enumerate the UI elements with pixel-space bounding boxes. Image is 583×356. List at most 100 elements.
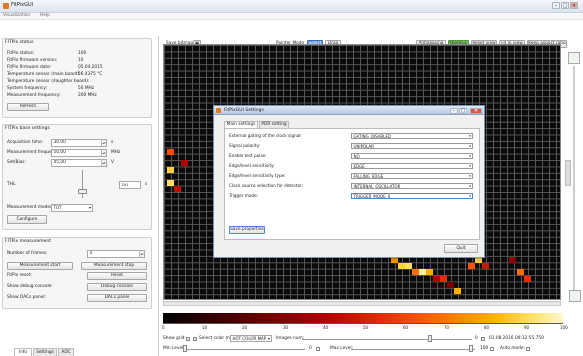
chevron-down-icon: ▾ xyxy=(469,144,471,148)
measurement-mode-value: TOT xyxy=(53,205,62,210)
firmware-date-label: FitPix firmware date: xyxy=(7,65,52,70)
show-grid-label: Show grid: xyxy=(163,336,186,341)
meas-freq-input[interactable]: 50,00 ▴▾ xyxy=(51,149,107,157)
base-settings-group: FITPix base settings Acquisition time: 3… xyxy=(2,124,152,230)
thl-input[interactable]: 291 xyxy=(119,181,141,189)
menu-visualization[interactable]: Visualization xyxy=(3,13,30,19)
datetime-display: 01.08.2016 09:32:55.759 xyxy=(489,336,544,341)
min-level-slider-handle[interactable] xyxy=(183,345,187,352)
hot-pixel xyxy=(167,167,174,173)
spin-arrows-icon[interactable]: ▴▾ xyxy=(101,160,106,166)
chevron-down-icon: ▾ xyxy=(469,174,471,178)
maximize-button[interactable]: □ xyxy=(561,2,569,9)
min-level-spin-icon[interactable] xyxy=(316,347,320,351)
min-level-slider-track[interactable] xyxy=(183,349,305,350)
hot-pixel xyxy=(426,269,433,275)
colorbar-tick: 60 xyxy=(403,325,409,330)
spin-arrows-icon[interactable]: ▴▾ xyxy=(139,251,144,257)
zoom-slider-track[interactable] xyxy=(573,66,575,290)
acq-time-input[interactable]: 30,00 ▴▾ xyxy=(51,139,107,147)
temp-daughter-value: - xyxy=(78,79,80,84)
max-level-label: Max Level: xyxy=(330,346,354,351)
tab-pdr-setting[interactable]: PDR setting xyxy=(259,121,289,128)
clock-source-select[interactable]: INTERNAL_OSCILLATOR ▾ xyxy=(351,183,473,189)
menu-bar: Visualization Help xyxy=(0,13,583,20)
firmware-version-label: FitPix firmware version: xyxy=(7,58,58,63)
tab-main-settings[interactable]: Main settings xyxy=(224,121,258,128)
status-value: 100 xyxy=(78,51,87,56)
images-spin-icon[interactable] xyxy=(481,337,485,341)
zoom-in-icon[interactable] xyxy=(568,52,580,64)
edge-level-select[interactable]: EDGE ▾ xyxy=(351,163,473,169)
quit-button[interactable]: Quit xyxy=(444,244,478,253)
measurement-frequency-label: Measurement frequency: xyxy=(7,93,61,98)
tab-adc[interactable]: ADC xyxy=(58,348,74,356)
spin-arrows-icon[interactable]: ▴▾ xyxy=(101,140,106,146)
chevron-down-icon: ▾ xyxy=(267,336,270,341)
auto-mode-label: Auto mode: xyxy=(500,346,525,351)
temp-main-value: 56.4375 °C xyxy=(78,72,103,77)
gating-label: External gating of the clock signal: xyxy=(229,133,302,138)
tab-settings[interactable]: Settings xyxy=(33,348,57,356)
color-map-value: HOT COLOR MAP xyxy=(232,336,267,341)
vertical-scrollbar[interactable] xyxy=(565,160,571,186)
menu-help[interactable]: Help xyxy=(40,13,50,19)
edge-type-select[interactable]: FALLING_EDGE ▾ xyxy=(351,173,473,179)
edge-level-value: EDGE xyxy=(353,164,365,169)
min-level-label: Min Level: xyxy=(163,346,185,351)
settings-dialog: FitPixGUI Settings – □ ✕ Main settings P… xyxy=(213,105,485,258)
refresh-button[interactable]: Refresh xyxy=(7,103,49,111)
minimize-button[interactable]: – xyxy=(552,2,560,9)
max-level-slider-handle[interactable] xyxy=(469,345,473,352)
dialog-tab-panel: External gating of the clock signal: GAT… xyxy=(224,128,480,240)
dacs-panel-button[interactable]: DACs panel xyxy=(87,294,147,302)
frames-input[interactable]: 4 ▴▾ xyxy=(87,250,145,258)
colorbar-tick: 30 xyxy=(283,325,289,330)
zoom-out-icon[interactable] xyxy=(569,290,581,302)
close-button[interactable]: ✕ xyxy=(570,2,578,9)
images-slider-handle[interactable] xyxy=(428,335,432,342)
hot-pixel xyxy=(167,149,174,155)
color-map-bar xyxy=(163,313,563,323)
test-pulse-select[interactable]: NO ▾ xyxy=(351,153,473,159)
measurement-start-button[interactable]: Measurement start xyxy=(7,262,73,270)
colorbar-tick: 100 xyxy=(560,325,568,330)
select-color-map-checkbox[interactable] xyxy=(193,337,197,341)
thl-label: THL: xyxy=(7,182,17,187)
polarity-select[interactable]: UNIPOLAR ▾ xyxy=(351,143,473,149)
dialog-maximize-button[interactable]: □ xyxy=(459,107,467,114)
debug-console-button[interactable]: Debug console xyxy=(87,283,147,291)
show-grid-checkbox[interactable] xyxy=(186,337,190,341)
gating-value: GATING_DISABLED xyxy=(353,134,391,139)
spin-arrows-icon[interactable]: ▴▾ xyxy=(101,150,106,156)
save-properties-button[interactable]: Save properties xyxy=(229,226,265,234)
max-level-slider-track[interactable] xyxy=(351,349,475,350)
measurement-stop-button[interactable]: Measurement stop xyxy=(81,262,147,270)
dialog-close-button[interactable]: ✕ xyxy=(470,107,482,114)
gating-select[interactable]: GATING_DISABLED ▾ xyxy=(351,133,473,139)
configure-button[interactable]: Configure xyxy=(7,215,47,224)
tab-info[interactable]: Info xyxy=(14,348,32,356)
trigger-mode-select[interactable]: TRIGGER_MODE_0 ▾ xyxy=(351,193,473,199)
horizontal-scrollbar[interactable] xyxy=(163,301,561,306)
edge-type-label: Edge/level sensitivity type: xyxy=(229,173,286,178)
images-slider-track[interactable] xyxy=(302,339,472,340)
hot-pixel xyxy=(517,269,524,275)
firmware-date-value: 05.04.2015 xyxy=(78,65,103,70)
max-level-spin-icon[interactable] xyxy=(490,347,494,351)
bias-input[interactable]: 45,00 ▴▾ xyxy=(51,159,107,167)
auto-mode-checkbox[interactable] xyxy=(526,347,530,351)
dialog-minimize-button[interactable]: – xyxy=(450,107,458,114)
firmware-version-value: 10 xyxy=(78,58,84,63)
measurement-mode-select[interactable]: TOT ▾ xyxy=(51,204,93,212)
measurement-mode-label: Measurement modes: xyxy=(7,205,54,210)
reset-button[interactable]: Reset xyxy=(87,272,147,280)
colorbar-tick: 0 xyxy=(162,325,165,330)
test-pulse-value: NO xyxy=(353,154,360,159)
trigger-mode-value: TRIGGER_MODE_0 xyxy=(353,194,391,199)
meas-freq-value: 50,00 xyxy=(53,150,66,155)
polarity-value: UNIPOLAR xyxy=(353,144,375,149)
thl-slider-handle[interactable] xyxy=(78,189,87,194)
measurement-group: FITPix measurement Number of frames: 4 ▴▾… xyxy=(2,237,152,309)
color-map-select[interactable]: HOT COLOR MAP ▾ xyxy=(230,335,272,342)
